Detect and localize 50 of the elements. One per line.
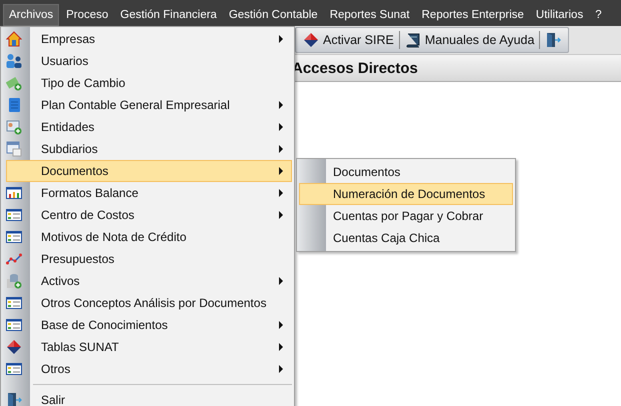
menu-item[interactable]: Tipo de Cambio <box>32 72 292 94</box>
menu-item[interactable]: Usuarios <box>32 50 292 72</box>
menu-item[interactable]: Entidades <box>32 116 292 138</box>
menu-item[interactable]: Formatos Balance <box>32 182 292 204</box>
menu-item[interactable]: Centro de Costos <box>32 204 292 226</box>
menu-item[interactable]: Presupuestos <box>32 248 292 270</box>
menu-item[interactable]: Tablas SUNAT <box>32 336 292 358</box>
list-icon <box>6 229 22 245</box>
menu-item[interactable]: Plan Contable General Empresarial <box>32 94 292 116</box>
menu-bar-item[interactable]: Reportes Sunat <box>324 4 415 26</box>
list-icon <box>6 361 22 377</box>
menu-item[interactable]: Empresas <box>32 28 292 50</box>
door-exit-icon[interactable] <box>545 32 562 48</box>
diamond-logo-icon <box>6 339 22 355</box>
menu-item[interactable]: Cuentas por Pagar y Cobrar <box>299 205 513 227</box>
list-icon <box>6 317 22 333</box>
menu-item[interactable]: Numeración de Documentos <box>299 183 513 205</box>
menu-item[interactable]: Documentos <box>299 161 513 183</box>
door-exit-icon <box>6 392 22 406</box>
toolbar-button[interactable]: Activar SIRE <box>299 29 398 51</box>
house-icon <box>6 31 22 47</box>
line-chart-icon <box>6 251 22 267</box>
diamond-logo-icon <box>303 32 319 48</box>
menu-item[interactable]: Base de Conocimientos <box>32 314 292 336</box>
menu-item[interactable]: Cuentas Caja Chica <box>299 227 513 249</box>
id-card-icon <box>6 119 22 135</box>
list-icon <box>6 207 22 223</box>
menu-item[interactable]: Motivos de Nota de Crédito <box>32 226 292 248</box>
menu-item[interactable]: Activos <box>32 270 292 292</box>
users-icon <box>6 53 22 69</box>
document-icon <box>6 97 22 113</box>
list-icon <box>6 295 22 311</box>
menu-item[interactable]: Documentos <box>6 160 292 182</box>
menu-bar-item[interactable]: Reportes Enterprise <box>416 4 529 26</box>
menu-item[interactable]: Otros Conceptos Análisis por Documentos <box>32 292 292 314</box>
menu-item[interactable]: Subdiarios <box>32 138 292 160</box>
menu-bar-item[interactable]: Gestión Contable <box>224 4 323 26</box>
panel-title: Accesos Directos <box>292 60 418 76</box>
menu-item[interactable]: Salir <box>32 389 292 406</box>
money-icon <box>6 75 22 91</box>
menu-bar-item[interactable]: ? <box>590 4 607 26</box>
menu-bar-item[interactable]: Archivos <box>3 4 60 26</box>
database-icon <box>6 273 22 289</box>
toolbar-button[interactable]: Manuales de Ayuda <box>400 29 538 51</box>
bar-chart-icon <box>6 185 22 201</box>
menu-item[interactable]: Otros <box>32 358 292 380</box>
window-icon <box>6 141 22 157</box>
menu-bar-item[interactable]: Gestión Financiera <box>115 4 222 26</box>
menu-bar-item[interactable]: Utilitarios <box>530 4 588 26</box>
menu-bar-item[interactable]: Proceso <box>61 4 114 26</box>
